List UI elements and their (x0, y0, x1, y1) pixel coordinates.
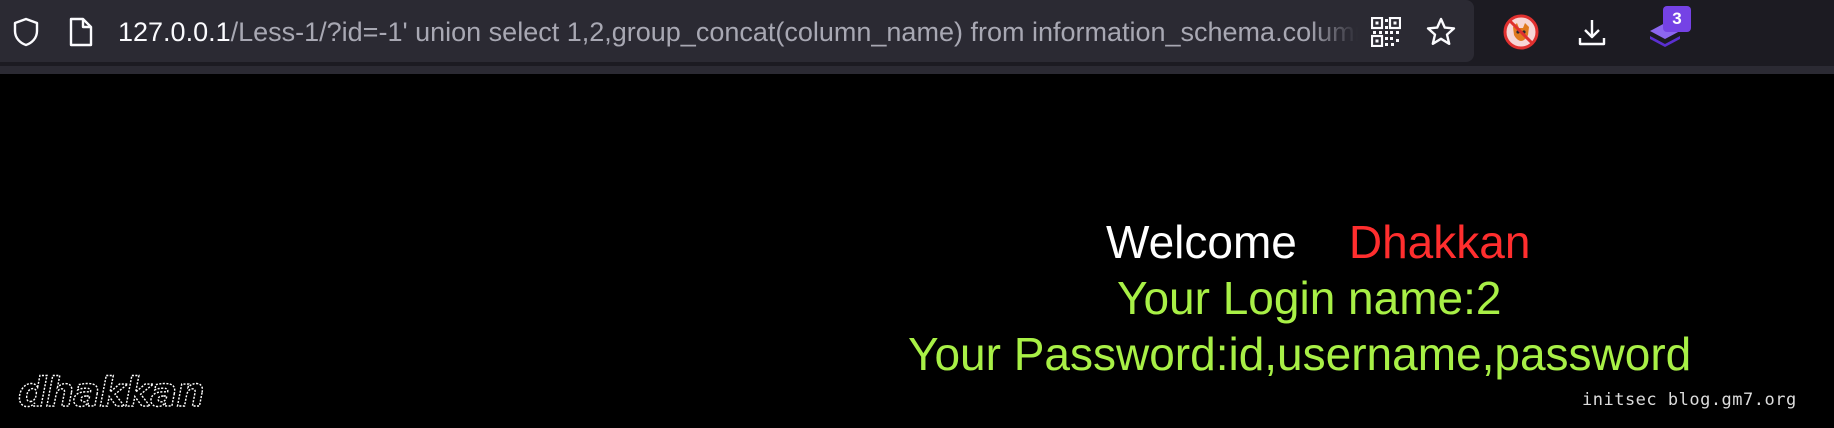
dhakkan-logo: dhakkan (17, 372, 205, 416)
page-content: Welcome Dhakkan Your Login name:2 Your Pa… (0, 74, 1834, 428)
star-icon[interactable] (1424, 15, 1458, 49)
user-name: Dhakkan (1348, 216, 1531, 268)
layers-count-badge: 3 (1663, 6, 1691, 32)
url-host: 127.0.0.1 (118, 17, 231, 47)
welcome-line: Welcome Dhakkan (1106, 214, 1530, 270)
password-result: Your Password:id,username,password (908, 328, 1692, 380)
welcome-label: Welcome (1106, 216, 1297, 268)
shield-icon[interactable] (8, 16, 44, 48)
logo-text: dhakkan (18, 372, 204, 416)
address-bar[interactable]: 127.0.0.1/Less-1/?id=-1' union select 1,… (0, 0, 1474, 62)
login-name-result: Your Login name:2 (1117, 272, 1502, 324)
footer-credit: initsec blog.gm7.org (1582, 390, 1797, 410)
download-icon[interactable] (1574, 14, 1610, 50)
toolbar-divider (0, 66, 1834, 74)
url-text[interactable]: 127.0.0.1/Less-1/?id=-1' union select 1,… (118, 15, 1358, 49)
browser-toolbar: 127.0.0.1/Less-1/?id=-1' union select 1,… (0, 0, 1834, 66)
url-path: /Less-1/?id=-1' union select 1,2,group_c… (230, 17, 1358, 47)
qr-code-icon[interactable] (1370, 16, 1402, 48)
page-icon[interactable] (66, 15, 96, 49)
fox-blocked-icon[interactable] (1500, 12, 1542, 52)
